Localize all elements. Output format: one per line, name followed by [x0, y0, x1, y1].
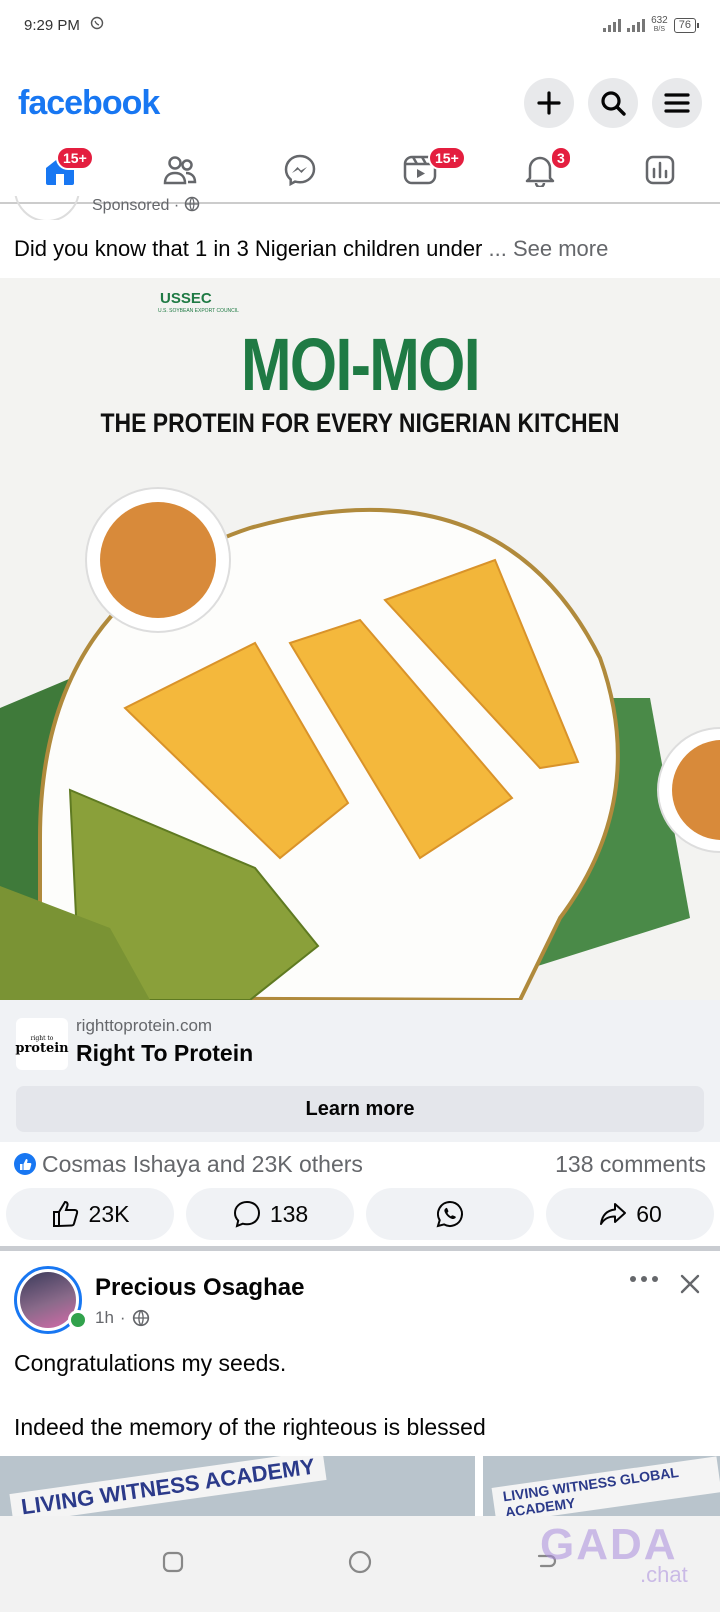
like-button[interactable]: 23K: [6, 1188, 174, 1240]
tab-friends[interactable]: [120, 138, 240, 202]
search-icon: [601, 91, 626, 116]
search-button[interactable]: [588, 78, 638, 128]
video-badge: 15+: [428, 146, 466, 170]
tab-bar: 15+ 15+ 3: [0, 138, 720, 204]
share-button[interactable]: 60: [546, 1188, 714, 1240]
net-speed-unit: B/S: [653, 26, 666, 33]
menu-icon: [664, 93, 690, 113]
signal-icon-2: [627, 18, 646, 32]
photo-1-sign: LIVING WITNESS ACADEMY: [9, 1456, 327, 1516]
net-speed-value: 632: [651, 15, 668, 26]
ad-image[interactable]: USSEC U.S. SOYBEAN EXPORT COUNCIL MOI-MO…: [0, 278, 720, 1000]
share-count: 60: [636, 1200, 662, 1227]
home-badge: 15+: [56, 146, 94, 170]
post-actions: 23K 138 60: [0, 1188, 720, 1240]
comment-icon: [233, 1200, 260, 1228]
more-horizontal-icon: [630, 1276, 658, 1282]
comment-count: 138: [269, 1200, 309, 1227]
globe-icon: [184, 196, 199, 212]
post-body: Did you know that 1 in 3 Nigerian childr…: [14, 236, 704, 262]
more-options-button[interactable]: [628, 1272, 660, 1290]
app-header: facebook: [0, 68, 720, 138]
meta-dot: ·: [119, 1308, 126, 1327]
link-title[interactable]: Right To Protein: [76, 1040, 253, 1067]
like-count: 23K: [88, 1200, 130, 1227]
watermark-sub: .chat: [640, 1562, 688, 1587]
status-bar: 9:29 PM 632 B/S 76: [0, 0, 720, 50]
tab-home[interactable]: 15+: [0, 138, 120, 202]
link-preview-card[interactable]: right to protein righttoprotein.com Righ…: [0, 1000, 720, 1142]
messenger-icon: [284, 154, 316, 187]
clock: 9:29 PM: [24, 16, 80, 34]
close-icon: [680, 1274, 700, 1294]
post2-text-line2: Indeed the memory of the righteous is bl…: [14, 1414, 486, 1440]
battery-icon: 76: [673, 17, 700, 33]
circle-icon: [348, 1550, 372, 1573]
online-status-dot: [68, 1310, 88, 1330]
advertiser-avatar[interactable]: [14, 196, 80, 220]
net-speed: 632 B/S: [651, 16, 668, 34]
create-button[interactable]: [524, 78, 574, 128]
recent-apps-button[interactable]: [161, 1550, 185, 1579]
friends-icon: [163, 156, 197, 185]
author-name[interactable]: Precious Osaghae: [95, 1274, 304, 1302]
post-text: Did you know that 1 in 3 Nigerian childr…: [14, 236, 483, 261]
like-reaction-icon: [14, 1153, 36, 1175]
tab-video[interactable]: 15+: [360, 138, 480, 202]
sponsored-text: Sponsored: [92, 197, 170, 214]
post-time[interactable]: 1h: [95, 1308, 114, 1328]
reactions-summary[interactable]: Cosmas Ishaya and 23K others 138 comment…: [0, 1144, 720, 1184]
link-domain: righttoprotein.com: [76, 1016, 213, 1035]
food-illustration: [0, 487, 720, 1000]
learn-more-button[interactable]: Learn more: [16, 1086, 704, 1132]
globe-icon: [132, 1309, 149, 1327]
sponsored-header: Sponsored ·: [0, 196, 720, 220]
post2-photo-1[interactable]: LIVING WITNESS ACADEMY: [0, 1456, 475, 1516]
sponsored-label: Sponsored ·: [92, 196, 200, 215]
photo-2-sign: LIVING WITNESS GLOBAL ACADEMY: [491, 1456, 720, 1516]
facebook-logo[interactable]: facebook: [18, 84, 160, 123]
home-system-button[interactable]: [347, 1549, 373, 1580]
post2-photos: LIVING WITNESS ACADEMY LIVING WITNESS GL…: [0, 1456, 720, 1516]
signal-icon: [603, 18, 622, 32]
whatsapp-icon: [436, 1200, 463, 1228]
hide-post-button[interactable]: [678, 1272, 702, 1301]
site-logo: right to protein: [15, 1018, 69, 1070]
square-icon: [162, 1551, 184, 1572]
post-meta: 1h ·: [95, 1308, 150, 1328]
reactions-text[interactable]: Cosmas Ishaya and 23K others: [42, 1151, 363, 1178]
tab-notifications[interactable]: 3: [480, 138, 600, 202]
site-logo-text: protein: [15, 1041, 69, 1056]
share-icon: [600, 1203, 627, 1225]
see-more-link[interactable]: ... See more: [489, 236, 609, 261]
comments-count[interactable]: 138 comments: [555, 1151, 706, 1178]
post-separator: [0, 1246, 720, 1251]
post2-text-line1: Congratulations my seeds.: [14, 1350, 287, 1376]
plus-icon: [537, 91, 561, 115]
menu-button[interactable]: [652, 78, 702, 128]
tab-dashboard[interactable]: [600, 138, 720, 202]
tab-messenger[interactable]: [240, 138, 360, 202]
dashboard-icon: [645, 155, 675, 185]
comment-button[interactable]: 138: [186, 1188, 354, 1240]
notifications-badge: 3: [550, 146, 572, 170]
whatsapp-notification-icon: [90, 16, 104, 34]
post2-photo-2[interactable]: LIVING WITNESS GLOBAL ACADEMY: [483, 1456, 720, 1516]
thumbs-up-icon: [52, 1200, 78, 1228]
whatsapp-share-button[interactable]: [366, 1188, 534, 1240]
